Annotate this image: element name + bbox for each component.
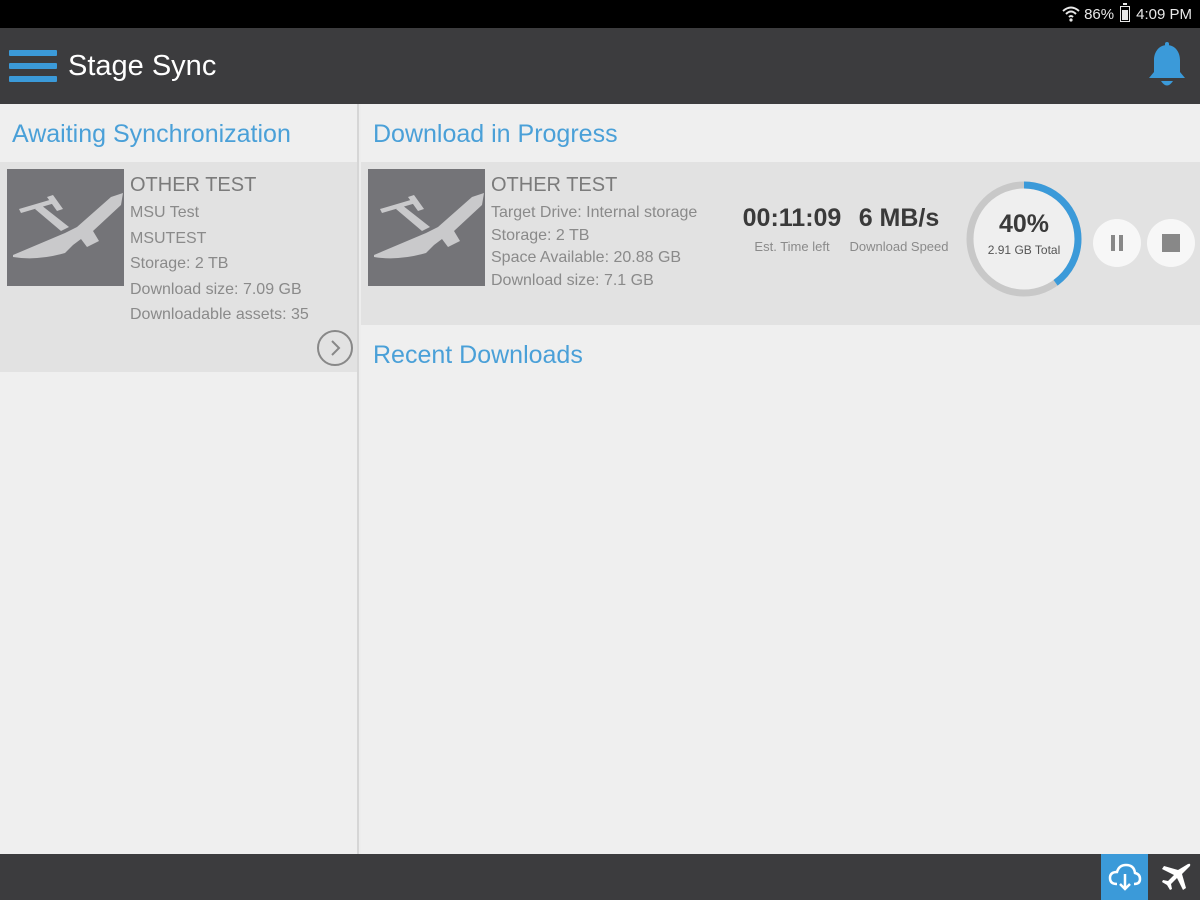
bell-icon[interactable] xyxy=(1146,42,1188,92)
aircraft-icon xyxy=(374,193,484,259)
battery-percent: 86% xyxy=(1084,5,1115,23)
detail-line: Downloadable assets: 35 xyxy=(130,306,309,323)
stop-icon xyxy=(1162,234,1180,252)
aircraft-thumbnail xyxy=(7,169,124,286)
wifi-icon xyxy=(1062,6,1080,22)
download-card: OTHER TEST Target Drive: Internal storag… xyxy=(361,162,1200,325)
progress-ring: 40% 2.91 GB Total xyxy=(963,178,1085,300)
progress-percent: 40% xyxy=(998,210,1050,238)
pause-icon xyxy=(1111,235,1123,251)
awaiting-heading: Awaiting Synchronization xyxy=(12,120,291,148)
awaiting-panel: Awaiting Synchronization OTHER TEST MSU … xyxy=(0,104,359,854)
download-item-details: Target Drive: Internal storage Storage: … xyxy=(491,202,697,292)
menu-icon[interactable] xyxy=(9,46,57,86)
app-bar: Stage Sync xyxy=(0,28,1200,104)
recent-heading: Recent Downloads xyxy=(373,341,583,369)
battery-icon xyxy=(1120,3,1131,22)
aircraft-tab[interactable] xyxy=(1154,854,1200,900)
detail-line: MSUTEST xyxy=(130,229,207,247)
awaiting-card[interactable]: OTHER TEST MSU Test MSUTEST Storage: 2 T… xyxy=(0,162,357,372)
clock: 4:09 PM xyxy=(1136,5,1192,23)
detail-line: MSU Test xyxy=(130,204,200,221)
open-item-button[interactable] xyxy=(317,330,353,366)
stop-button[interactable] xyxy=(1147,219,1195,267)
app-title: Stage Sync xyxy=(68,49,217,82)
airplane-icon xyxy=(1162,863,1191,890)
aircraft-thumbnail xyxy=(368,169,485,286)
status-bar: 86% 4:09 PM xyxy=(0,0,1200,28)
time-left-stat: 00:11:09 Est. Time left xyxy=(737,204,847,254)
in-progress-heading: Download in Progress xyxy=(373,120,618,148)
detail-line: Download size: 7.09 GB xyxy=(130,280,302,298)
time-left-label: Est. Time left xyxy=(754,239,830,254)
detail-line: Target Drive: Internal storage xyxy=(491,204,698,221)
chevron-right-icon xyxy=(331,340,341,356)
detail-line: Download size: 7.1 GB xyxy=(491,271,654,289)
downloads-panel: Download in Progress OTHER TEST Target D… xyxy=(361,104,1200,854)
bottom-nav xyxy=(0,854,1200,900)
cloud-download-icon xyxy=(1108,863,1141,891)
detail-line: Space Available: 20.88 GB xyxy=(491,249,682,266)
speed-label: Download Speed xyxy=(849,239,949,254)
time-left-value: 00:11:09 xyxy=(742,204,842,232)
detail-line: Storage: 2 TB xyxy=(491,226,590,244)
aircraft-icon xyxy=(13,193,123,259)
awaiting-item-title: OTHER TEST xyxy=(130,174,257,196)
speed-stat: 6 MB/s Download Speed xyxy=(845,204,953,254)
downloads-tab[interactable] xyxy=(1101,854,1148,900)
pause-button[interactable] xyxy=(1093,219,1141,267)
speed-value: 6 MB/s xyxy=(858,204,940,232)
total-size: 2.91 GB Total xyxy=(987,243,1061,257)
awaiting-item-details: MSU Test MSUTEST Storage: 2 TB Download … xyxy=(130,200,309,328)
download-item-title: OTHER TEST xyxy=(491,174,618,196)
detail-line: Storage: 2 TB xyxy=(130,255,229,272)
